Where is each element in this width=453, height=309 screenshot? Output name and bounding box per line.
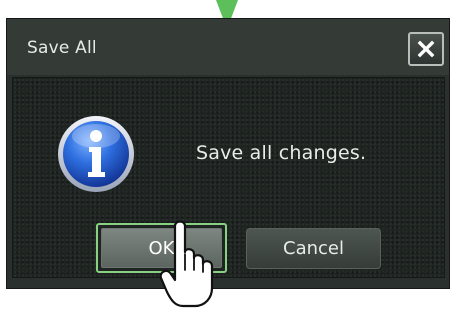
dialog-message: Save all changes. [196, 142, 367, 164]
hand-pointer-cursor-icon [159, 220, 214, 308]
cancel-button[interactable]: Cancel [246, 228, 381, 269]
close-x-icon [417, 40, 435, 58]
dialog-title-bar: Save All [7, 19, 449, 75]
close-button[interactable] [408, 32, 444, 66]
info-icon [58, 116, 134, 192]
dialog-content: Save all changes. OK Cancel [12, 77, 445, 278]
dialog-title: Save All [27, 38, 97, 58]
save-all-dialog: Save All Save all changes. OK Cancel [6, 18, 450, 289]
